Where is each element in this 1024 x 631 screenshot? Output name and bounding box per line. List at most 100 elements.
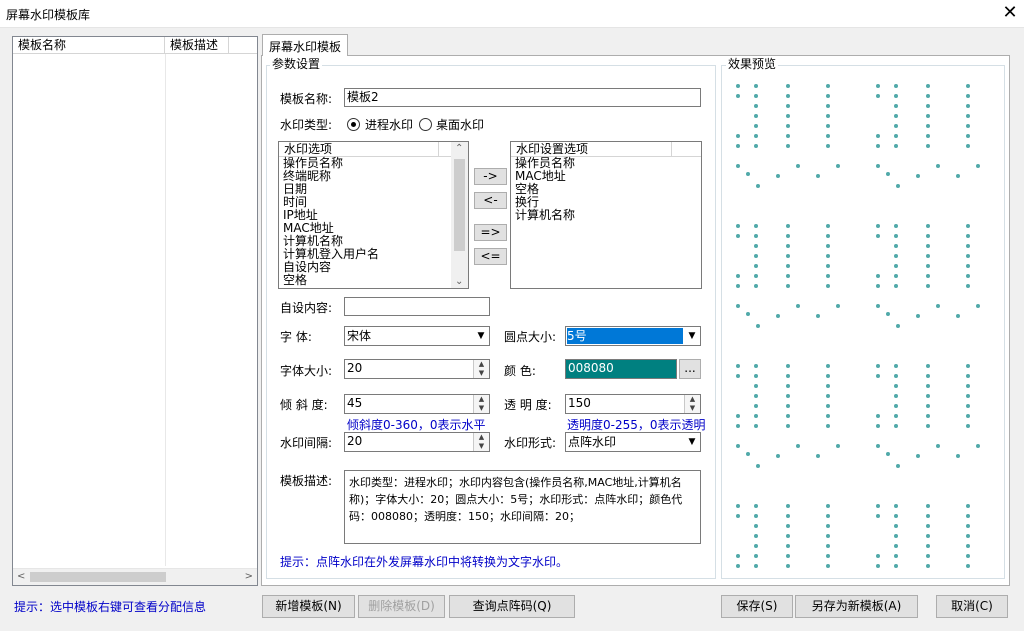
preview-dot bbox=[754, 404, 758, 408]
remove-item-button[interactable]: <- bbox=[474, 192, 507, 209]
preview-dot bbox=[826, 264, 830, 268]
option-item[interactable]: 终端昵称 bbox=[279, 170, 468, 183]
dropdown-arrow-icon[interactable]: ▼ bbox=[473, 328, 488, 344]
settings-header-label[interactable]: 水印设置选项 bbox=[511, 142, 672, 156]
save-as-new-template-button[interactable]: 另存为新模板(A) bbox=[795, 595, 918, 618]
font-select[interactable]: 宋体 ▼ bbox=[344, 326, 490, 346]
preview-dot bbox=[926, 554, 930, 558]
template-name-input[interactable]: 模板2 bbox=[344, 88, 701, 107]
column-header-name[interactable]: 模板名称 bbox=[13, 37, 165, 53]
watermark-settings-list[interactable]: 水印设置选项 操作员名称 MAC地址 空格 换行 计算机名称 bbox=[510, 141, 702, 289]
spin-down-icon[interactable]: ▼ bbox=[474, 442, 489, 451]
description-textarea[interactable]: 水印类型：进程水印；水印内容包含(操作员名称,MAC地址,计算机名称)；字体大小… bbox=[344, 470, 701, 544]
dropdown-arrow-icon[interactable]: ▼ bbox=[684, 434, 699, 450]
cancel-button[interactable]: 取消(C) bbox=[936, 595, 1008, 618]
spacing-spinner[interactable]: 20 ▲ ▼ bbox=[344, 432, 490, 452]
preview-dot bbox=[894, 264, 898, 268]
setting-item[interactable]: 空格 bbox=[511, 183, 701, 196]
spin-down-icon[interactable]: ▼ bbox=[474, 404, 489, 413]
preview-dot bbox=[926, 384, 930, 388]
spin-down-icon[interactable]: ▼ bbox=[685, 404, 700, 413]
preview-dot bbox=[894, 564, 898, 568]
spin-buttons[interactable]: ▲ ▼ bbox=[473, 395, 489, 413]
preview-dot bbox=[894, 534, 898, 538]
custom-content-input[interactable] bbox=[344, 297, 490, 316]
tilt-spinner[interactable]: 45 ▲ ▼ bbox=[344, 394, 490, 414]
preview-dot bbox=[786, 94, 790, 98]
horizontal-scrollbar[interactable]: < > bbox=[13, 568, 257, 585]
preview-dot bbox=[836, 304, 840, 308]
font-size-spinner[interactable]: 20 ▲ ▼ bbox=[344, 359, 490, 379]
font-size-value: 20 bbox=[347, 361, 363, 375]
add-all-button[interactable]: => bbox=[474, 224, 507, 241]
spin-down-icon[interactable]: ▼ bbox=[474, 369, 489, 378]
scroll-down-icon[interactable]: ⌄ bbox=[455, 276, 463, 287]
scroll-thumb[interactable] bbox=[454, 159, 465, 251]
preview-dot bbox=[896, 464, 900, 468]
options-vertical-scrollbar[interactable]: ⌃ ⌄ bbox=[451, 142, 468, 288]
setting-item[interactable]: 计算机名称 bbox=[511, 209, 701, 222]
template-list[interactable]: 模板名称 模板描述 < > bbox=[12, 36, 258, 586]
scroll-thumb[interactable] bbox=[30, 572, 166, 582]
spin-up-icon[interactable]: ▲ bbox=[474, 433, 489, 442]
spin-buttons[interactable]: ▲ ▼ bbox=[684, 395, 700, 413]
opacity-hint: 透明度0-255，0表示透明 bbox=[567, 418, 706, 432]
preview-dot bbox=[966, 284, 970, 288]
watermark-type-label: 水印类型: bbox=[280, 118, 333, 132]
column-divider bbox=[165, 54, 166, 566]
preview-dot bbox=[926, 524, 930, 528]
preview-dot bbox=[836, 164, 840, 168]
preview-dot bbox=[826, 84, 830, 88]
add-item-button[interactable]: -> bbox=[474, 168, 507, 185]
color-field[interactable]: 008080 bbox=[565, 359, 677, 379]
spin-up-icon[interactable]: ▲ bbox=[474, 360, 489, 369]
radio-desktop-label[interactable]: 桌面水印 bbox=[436, 118, 484, 132]
remove-all-button[interactable]: <= bbox=[474, 248, 507, 265]
dropdown-arrow-icon[interactable]: ▼ bbox=[684, 328, 699, 344]
preview-dot bbox=[786, 394, 790, 398]
option-item[interactable]: 空格 bbox=[279, 274, 468, 287]
option-item[interactable]: 自设内容 bbox=[279, 261, 468, 274]
preview-dot bbox=[926, 424, 930, 428]
preview-dot bbox=[754, 234, 758, 238]
preview-dot bbox=[926, 254, 930, 258]
template-list-header: 模板名称 模板描述 bbox=[13, 37, 257, 54]
add-template-button[interactable]: 新增模板(N) bbox=[262, 595, 355, 618]
watermark-form-select[interactable]: 点阵水印 ▼ bbox=[565, 432, 701, 452]
opacity-spinner[interactable]: 150 ▲ ▼ bbox=[565, 394, 701, 414]
preview-dot bbox=[894, 254, 898, 258]
preview-dot bbox=[786, 244, 790, 248]
scroll-left-icon[interactable]: < bbox=[17, 571, 25, 582]
preview-dot bbox=[876, 414, 880, 418]
delete-template-button[interactable]: 删除模板(D) bbox=[358, 595, 445, 618]
preview-dot bbox=[826, 384, 830, 388]
spin-buttons[interactable]: ▲ ▼ bbox=[473, 360, 489, 378]
preview-dot bbox=[746, 172, 750, 176]
save-button[interactable]: 保存(S) bbox=[721, 595, 793, 618]
watermark-options-list[interactable]: 水印选项 操作员名称 终端昵称 日期 时间 IP地址 MAC地址 计算机名称 计… bbox=[278, 141, 469, 289]
column-header-desc[interactable]: 模板描述 bbox=[165, 37, 229, 53]
preview-dot bbox=[736, 444, 740, 448]
radio-process-label[interactable]: 进程水印 bbox=[365, 118, 413, 132]
spin-up-icon[interactable]: ▲ bbox=[474, 395, 489, 404]
preview-dot bbox=[816, 314, 820, 318]
dot-size-select[interactable]: 5号 ▼ bbox=[565, 326, 701, 346]
radio-process-watermark[interactable] bbox=[347, 118, 360, 131]
query-dot-code-button[interactable]: 查询点阵码(Q) bbox=[449, 595, 575, 618]
options-header-label[interactable]: 水印选项 bbox=[279, 142, 439, 156]
radio-desktop-watermark[interactable] bbox=[419, 118, 432, 131]
scroll-right-icon[interactable]: > bbox=[245, 571, 253, 582]
option-item[interactable]: 日期 bbox=[279, 183, 468, 196]
preview-dot bbox=[876, 564, 880, 568]
color-picker-button[interactable]: ... bbox=[679, 359, 701, 379]
tab-screen-watermark-template[interactable]: 屏幕水印模板 bbox=[262, 34, 349, 56]
preview-dot bbox=[876, 304, 880, 308]
setting-item[interactable]: MAC地址 bbox=[511, 170, 701, 183]
spin-up-icon[interactable]: ▲ bbox=[685, 395, 700, 404]
preview-dot bbox=[956, 454, 960, 458]
settings-list-header: 水印设置选项 bbox=[511, 142, 701, 157]
preview-dot bbox=[966, 134, 970, 138]
close-icon[interactable]: ✕ bbox=[996, 0, 1024, 28]
spin-buttons[interactable]: ▲ ▼ bbox=[473, 433, 489, 451]
scroll-up-icon[interactable]: ⌃ bbox=[455, 143, 463, 154]
